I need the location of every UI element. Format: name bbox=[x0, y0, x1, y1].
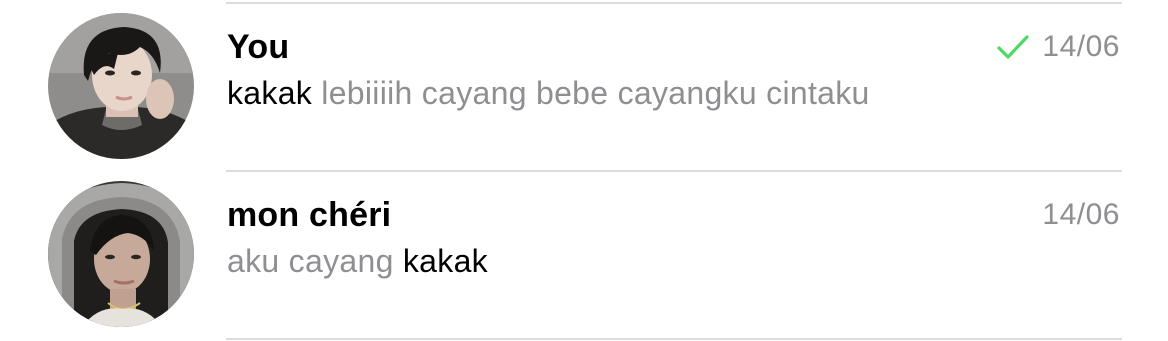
avatar[interactable] bbox=[48, 13, 194, 159]
chat-name: You bbox=[227, 28, 290, 66]
chat-preview: kakak lebiiiih cayang bebe cayangku cint… bbox=[227, 73, 870, 113]
check-icon bbox=[996, 33, 1030, 61]
divider bbox=[226, 338, 1122, 340]
chat-row-mon-cheri[interactable]: mon chéri 14/06 aku cayang kakak bbox=[0, 172, 1168, 338]
chat-row-you[interactable]: You 14/06 kakak lebiiiih cayang bebe cay… bbox=[0, 4, 1168, 170]
chat-meta: 14/06 bbox=[1042, 195, 1120, 235]
chat-date: 14/06 bbox=[1042, 198, 1120, 231]
avatar-photo-image bbox=[48, 13, 194, 159]
chat-date: 14/06 bbox=[1042, 30, 1120, 63]
avatar[interactable] bbox=[48, 181, 194, 327]
preview-text: lebiiiih cayang bebe cayangku cintaku bbox=[312, 75, 870, 111]
avatar-photo-image bbox=[48, 181, 194, 327]
chat-name: mon chéri bbox=[227, 196, 392, 234]
preview-highlight: kakak bbox=[227, 75, 313, 111]
chat-preview: aku cayang kakak bbox=[227, 241, 488, 281]
chat-list: You 14/06 kakak lebiiiih cayang bebe cay… bbox=[0, 0, 1168, 341]
preview-highlight: kakak bbox=[402, 243, 488, 279]
preview-text: aku cayang bbox=[227, 243, 403, 279]
chat-meta: 14/06 bbox=[996, 27, 1120, 67]
